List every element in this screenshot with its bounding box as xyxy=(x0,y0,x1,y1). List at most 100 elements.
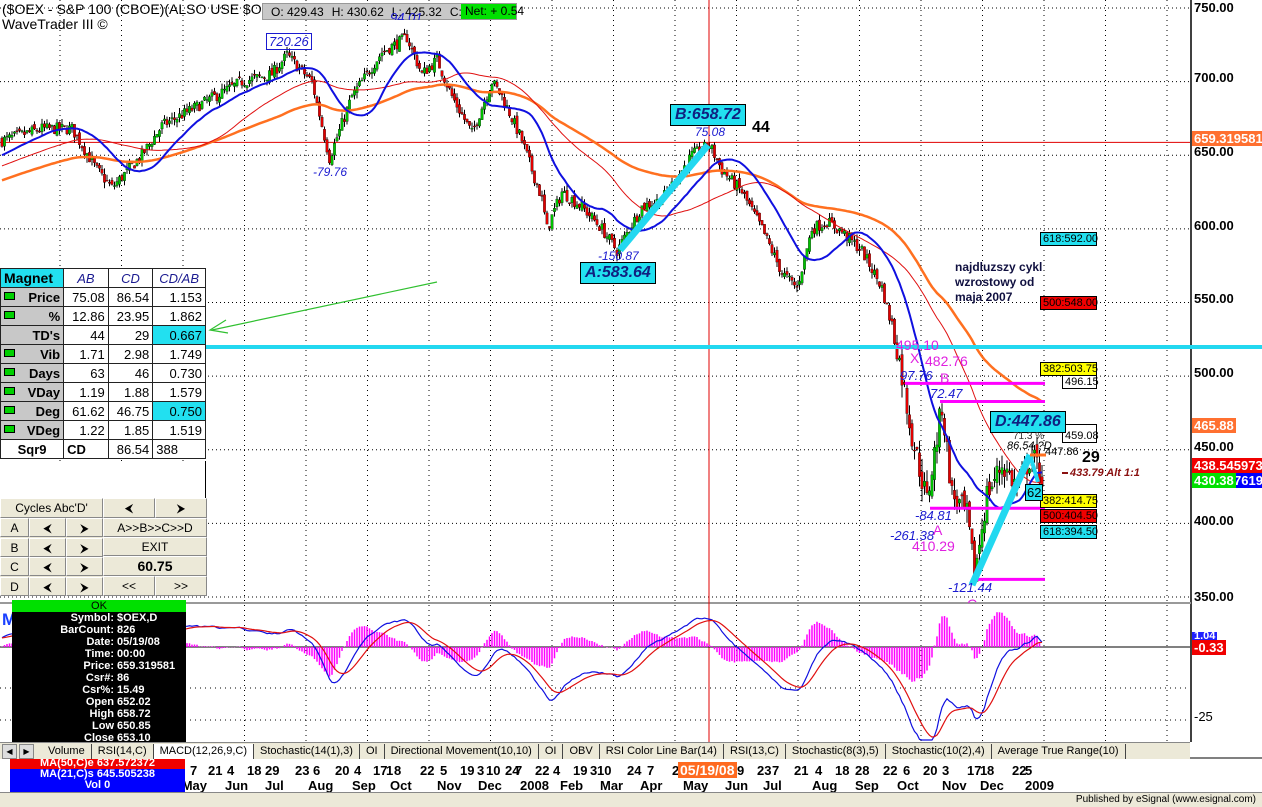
cycle-point-a[interactable]: A xyxy=(0,518,29,537)
candle xyxy=(1028,468,1031,474)
date-tick-day: 7 xyxy=(515,763,523,778)
ab-length-label: 75.08 xyxy=(695,125,726,139)
indicator-tab[interactable]: Stochastic(8(3),5) xyxy=(785,743,886,759)
cycle-a-prev-button[interactable]: ⮜ xyxy=(29,518,66,537)
candle xyxy=(328,149,331,164)
candle xyxy=(153,136,156,145)
candle xyxy=(918,452,921,477)
cycles-title-button[interactable]: Cycles Abc'D' xyxy=(0,498,103,518)
candle xyxy=(70,124,74,128)
candle xyxy=(610,233,614,240)
toggle-led-icon[interactable] xyxy=(4,348,15,357)
candle xyxy=(765,233,769,236)
candle xyxy=(588,212,591,217)
indicator-tab[interactable]: Stochastic(10(2),4) xyxy=(885,743,992,759)
candle xyxy=(373,67,376,74)
indicator-tab[interactable]: OI xyxy=(359,743,385,759)
candle xyxy=(20,130,24,132)
ab-value: 1.22 xyxy=(63,420,109,440)
cycle-point-c[interactable]: C xyxy=(0,557,29,576)
toggle-led-icon[interactable] xyxy=(4,405,15,414)
candle xyxy=(935,444,939,452)
candle xyxy=(323,129,326,141)
candle xyxy=(600,223,604,230)
axis-label: 400.00 xyxy=(1194,513,1234,528)
cycle-d-next-button[interactable]: ⮞ xyxy=(66,576,103,596)
candle xyxy=(500,92,504,96)
candle xyxy=(603,223,606,238)
cycle-a-next-button[interactable]: ⮞ xyxy=(66,518,103,537)
date-tick-day: 23 xyxy=(295,763,310,778)
date-tick-day: 9 xyxy=(737,763,745,778)
abcd-button[interactable]: A>>B>>C>>D xyxy=(103,518,207,537)
cycle-point-d[interactable]: D xyxy=(0,576,29,596)
date-tick-day: 19 xyxy=(460,763,475,778)
cycle-c-prev-button[interactable]: ⮜ xyxy=(29,557,66,576)
field-name: Low xyxy=(92,720,114,732)
toggle-led-icon[interactable] xyxy=(4,367,15,376)
point-b-letter: B xyxy=(940,370,950,386)
toggle-led-icon[interactable] xyxy=(4,386,15,395)
fib-382-low: 382:414.75 xyxy=(1040,494,1098,508)
candle xyxy=(868,253,871,267)
ma100-marker: 465.88 xyxy=(1192,418,1236,433)
arrow-line xyxy=(211,281,438,331)
indicator-tab[interactable]: RSI Color Line Bar(14) xyxy=(599,743,724,759)
scroll-left-button[interactable]: ◀ xyxy=(2,743,17,759)
date-tick-day: 4 xyxy=(553,763,561,778)
cycles-prev-button[interactable]: ⮜ xyxy=(103,498,155,518)
candle xyxy=(730,175,734,179)
candle xyxy=(883,283,886,304)
cycles-next-button[interactable]: ⮞ xyxy=(155,498,207,518)
candle xyxy=(645,203,649,211)
forward-button[interactable]: >> xyxy=(155,576,207,596)
indicator-tab[interactable]: MACD(12,26,9,C) xyxy=(153,743,255,759)
candle xyxy=(890,318,894,322)
scroll-right-button[interactable]: ▶ xyxy=(19,743,34,759)
point-a-letter: A xyxy=(933,522,943,538)
toggle-led-icon[interactable] xyxy=(4,310,15,319)
indicator-tab[interactable]: RSI(13,C) xyxy=(723,743,786,759)
candle xyxy=(770,244,774,254)
indicator-tab[interactable]: Volume xyxy=(42,743,92,759)
candle xyxy=(648,201,651,208)
cycle-b-next-button[interactable]: ⮞ xyxy=(66,537,103,557)
candle xyxy=(73,124,76,138)
data-window-row: BarCount: 826 xyxy=(12,624,186,636)
exit-button[interactable]: EXIT xyxy=(103,537,207,556)
indicator-tab[interactable]: Directional Movement(10,10) xyxy=(384,743,539,759)
toggle-led-icon[interactable] xyxy=(4,291,15,300)
cycle-c-next-button[interactable]: ⮞ xyxy=(66,557,103,576)
indicator-tab[interactable]: RSI(14,C) xyxy=(91,743,154,759)
indicator-tab[interactable]: OBV xyxy=(563,743,600,759)
cycle-d-prev-button[interactable]: ⮜ xyxy=(29,576,66,596)
candle xyxy=(185,108,189,112)
indicator-tab[interactable]: Stochastic(14(1),3) xyxy=(254,743,360,759)
toggle-led-icon[interactable] xyxy=(4,424,15,433)
candle xyxy=(350,95,354,98)
ok-button[interactable]: OK xyxy=(12,600,186,612)
candle xyxy=(393,41,396,46)
cycle-point-b[interactable]: B xyxy=(0,537,29,557)
rewind-button[interactable]: << xyxy=(103,576,155,596)
candle xyxy=(958,499,961,504)
candle xyxy=(575,204,579,209)
cycle-b-prev-button[interactable]: ⮜ xyxy=(29,537,66,557)
candle xyxy=(48,124,51,128)
candle xyxy=(180,115,184,119)
data-window: OK Symbol: $OEX,D BarCount: 826 Date: 05/19/0… xyxy=(12,600,186,744)
candle xyxy=(585,207,589,216)
candle xyxy=(470,127,474,130)
candle xyxy=(290,55,294,58)
candle xyxy=(483,102,486,110)
candle xyxy=(108,182,111,184)
ratio-value: 1.519 xyxy=(152,420,206,440)
candle xyxy=(523,140,526,145)
indicator-tab[interactable]: Average True Range(10) xyxy=(991,743,1126,759)
candle xyxy=(260,76,264,78)
candle xyxy=(855,239,859,252)
candle xyxy=(880,285,884,288)
note-line: maja 2007 xyxy=(955,290,1013,304)
axis-label: 350.00 xyxy=(1194,589,1234,604)
indicator-tab[interactable]: OI xyxy=(538,743,564,759)
